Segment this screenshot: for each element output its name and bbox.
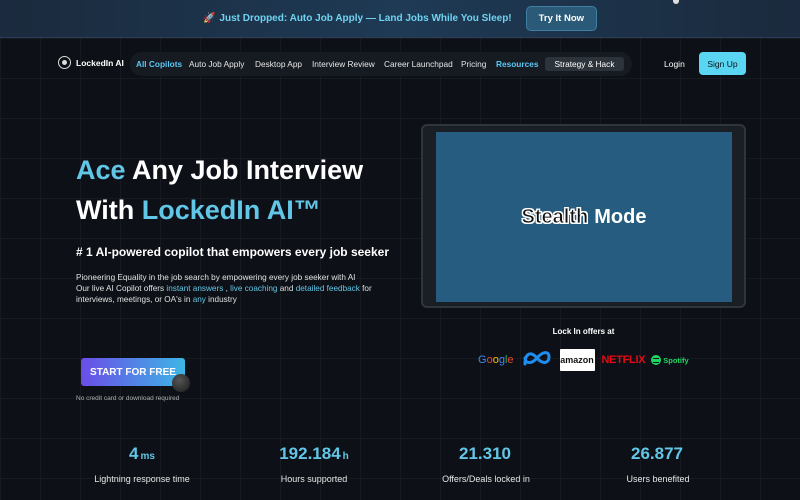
- spotify-icon: [651, 355, 662, 365]
- cta-note: No credit card or download required: [76, 395, 180, 402]
- hero-description: Pioneering Equality in the job search by…: [76, 273, 372, 304]
- try-it-now-button[interactable]: Try It Now: [525, 6, 598, 31]
- instant-answers-link[interactable]: instant answers: [166, 284, 223, 293]
- nav-item-auto-job-apply[interactable]: Auto Job Apply: [189, 59, 244, 69]
- demo-video-frame: Stealth Mode: [421, 124, 746, 308]
- start-for-free-button[interactable]: START FOR FREE: [81, 358, 185, 386]
- nav-item-resources[interactable]: Resources: [496, 59, 538, 69]
- offers-label: Lock In offers at: [552, 327, 615, 336]
- demo-video[interactable]: Stealth Mode: [436, 132, 732, 302]
- brand-name: LockedIn AI: [76, 57, 124, 68]
- live-coaching-link[interactable]: live coaching: [230, 284, 277, 293]
- hero-title: Ace Any Job Interview With LockedIn AI™: [76, 155, 364, 225]
- rocket-icon: 🚀: [202, 13, 216, 24]
- hero-tagline: # 1 AI-powered copilot that empowers eve…: [76, 245, 389, 259]
- nav-item-interview-review[interactable]: Interview Review: [312, 59, 375, 69]
- nav-item-all-copilots[interactable]: All Copilots: [136, 59, 182, 69]
- netflix-logo: NETFLIX: [601, 354, 646, 366]
- login-link[interactable]: Login: [664, 59, 685, 69]
- stat-offers-locked: 21.310 Offers/Deals locked in: [442, 444, 530, 484]
- amazon-logo: amazon: [559, 349, 595, 371]
- video-title-word2: Mode: [594, 205, 647, 228]
- nav-item-pricing[interactable]: Pricing: [461, 59, 486, 69]
- video-title-word1: Stealth: [521, 205, 589, 228]
- detailed-feedback-link[interactable]: detailed feedback: [296, 284, 360, 293]
- banner-text: 🚀 Just Dropped: Auto Job Apply — Land Job…: [202, 13, 512, 24]
- announcement-banner: 🚀 Just Dropped: Auto Job Apply — Land Job…: [0, 0, 800, 38]
- spotify-logo: Spotify: [651, 355, 689, 365]
- brand-icon: [58, 56, 71, 69]
- brand-logo[interactable]: LockedIn AI: [58, 56, 124, 69]
- company-logos: Google amazon NETFLIX Spotify: [478, 348, 689, 372]
- floating-orb-icon: [172, 374, 190, 392]
- stat-users-benefited: 26.877 Users benefited: [626, 444, 690, 484]
- main-nav: LockedIn AI All Copilots Auto Job Apply …: [0, 48, 800, 80]
- nav-item-desktop-app[interactable]: Desktop App: [255, 59, 302, 69]
- meta-logo: [522, 349, 552, 372]
- sign-up-button[interactable]: Sign Up: [699, 52, 746, 75]
- stat-hours-supported: 192.184 h Hours supported: [279, 444, 349, 484]
- google-logo: Google: [478, 354, 514, 366]
- stat-response-time: 4 ms Lightning response time: [94, 444, 190, 484]
- nav-item-career-launchpad[interactable]: Career Launchpad: [384, 59, 453, 69]
- strategy-hack-tag[interactable]: Strategy & Hack: [545, 57, 624, 71]
- any-industry-highlight: any: [192, 295, 206, 304]
